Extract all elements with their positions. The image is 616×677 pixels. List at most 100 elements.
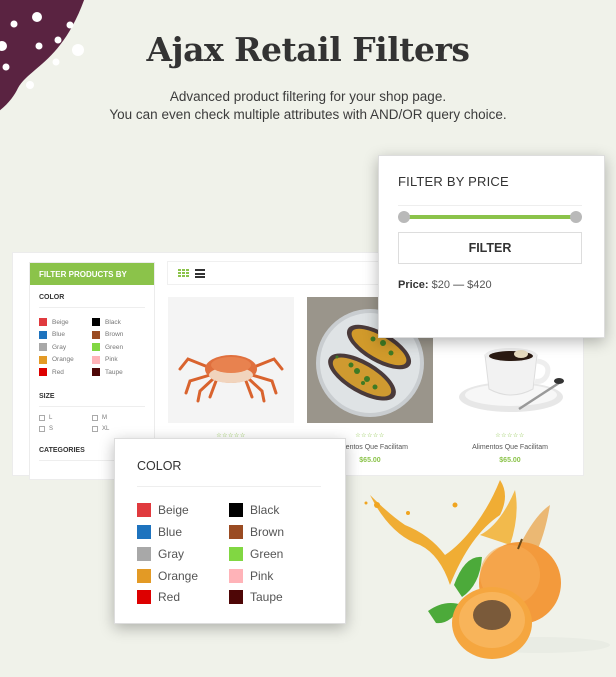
price-separator: — <box>453 279 465 291</box>
size-label: M <box>102 414 107 421</box>
size-option-m[interactable]: M <box>92 414 145 421</box>
size-option-xl[interactable]: XL <box>92 425 145 432</box>
color-swatch <box>229 568 243 583</box>
color-label: Green <box>250 546 284 561</box>
color-option-green[interactable]: Green <box>229 546 321 561</box>
price-range-readout: Price: $20 — $420 <box>398 279 492 291</box>
page-subtitle: Advanced product filtering for your shop… <box>0 88 616 124</box>
color-option-beige[interactable]: Beige <box>39 317 92 328</box>
price-filter-title: FILTER BY PRICE <box>398 174 509 189</box>
color-swatch <box>92 368 100 377</box>
product-image-crab[interactable] <box>168 297 294 423</box>
color-label: Taupe <box>105 368 123 376</box>
color-option-orange[interactable]: Orange <box>137 568 229 583</box>
size-checkbox[interactable] <box>92 414 98 421</box>
color-label: Blue <box>52 331 66 339</box>
color-option-gray[interactable]: Gray <box>39 342 92 353</box>
color-swatch <box>137 503 151 518</box>
grid-view-icon[interactable] <box>178 269 189 278</box>
color-option-green[interactable]: Green <box>92 342 145 353</box>
color-label: Red <box>52 368 64 376</box>
color-label: Pink <box>105 356 118 364</box>
size-checkbox[interactable] <box>92 425 98 432</box>
color-option-black[interactable]: Black <box>229 503 321 518</box>
page-title: Ajax Retail Filters <box>146 30 470 69</box>
price-max-value: $420 <box>467 279 492 291</box>
size-section: SIZE L M S XL <box>30 384 154 438</box>
color-filter-title: COLOR <box>137 459 182 473</box>
color-label: Beige <box>158 503 189 518</box>
color-option-gray[interactable]: Gray <box>137 546 229 561</box>
size-checkbox[interactable] <box>39 414 45 421</box>
color-list: Beige Black Blue Brown Gray Green Orange Pink Re… <box>39 308 145 384</box>
color-swatch <box>229 590 243 605</box>
divider <box>398 205 582 206</box>
price-filter-widget: FILTER BY PRICE FILTER Price: $20 — $420 <box>378 155 605 338</box>
size-label: L <box>49 414 53 421</box>
color-label: Black <box>250 503 280 518</box>
color-label: Green <box>105 343 124 351</box>
color-swatch <box>39 330 47 339</box>
product-name[interactable]: Alimentos Que Facilitam <box>447 444 573 451</box>
color-label: Red <box>158 590 181 605</box>
color-swatch <box>229 503 243 518</box>
color-options: Beige Black Blue Brown Gray Green Orange Pink Re… <box>137 503 327 605</box>
color-swatch <box>92 355 100 364</box>
color-label: Gray <box>52 343 67 351</box>
color-swatch <box>137 568 151 583</box>
color-option-blue[interactable]: Blue <box>39 330 92 341</box>
color-option-black[interactable]: Black <box>92 317 145 328</box>
color-option-taupe[interactable]: Taupe <box>92 367 145 378</box>
color-label: Blue <box>158 524 183 539</box>
color-label: Orange <box>158 568 199 583</box>
color-swatch <box>137 590 151 605</box>
color-label: Taupe <box>250 590 283 605</box>
color-swatch <box>39 343 47 352</box>
color-swatch <box>137 546 151 561</box>
size-option-l[interactable]: L <box>39 414 92 421</box>
size-option-s[interactable]: S <box>39 425 92 432</box>
color-label: Brown <box>105 331 124 339</box>
color-option-orange[interactable]: Orange <box>39 355 92 366</box>
size-list: L M S XL <box>39 407 145 438</box>
color-option-red[interactable]: Red <box>39 367 92 378</box>
size-label: XL <box>102 425 110 432</box>
color-swatch <box>39 355 47 364</box>
color-option-red[interactable]: Red <box>137 590 229 605</box>
color-filter-widget: COLOR Beige Black Blue Brown Gray Green Orange… <box>114 438 346 624</box>
color-label: Black <box>105 318 121 326</box>
rating-stars: ☆☆☆☆☆ <box>495 433 525 439</box>
color-option-brown[interactable]: Brown <box>229 524 321 539</box>
size-section-title: SIZE <box>39 384 145 407</box>
price-range-track <box>404 215 576 219</box>
color-option-pink[interactable]: Pink <box>229 568 321 583</box>
color-option-blue[interactable]: Blue <box>137 524 229 539</box>
size-checkbox[interactable] <box>39 425 45 432</box>
price-range-slider[interactable] <box>398 211 582 223</box>
apricot-splash-image <box>364 480 610 659</box>
filter-button[interactable]: FILTER <box>398 232 582 264</box>
price-max-handle[interactable] <box>570 211 582 223</box>
color-label: Brown <box>250 524 285 539</box>
price-label: Price: <box>398 279 429 291</box>
product-price: $65.00 <box>499 457 521 464</box>
color-option-brown[interactable]: Brown <box>92 330 145 341</box>
color-swatch <box>39 318 47 327</box>
color-swatch <box>39 368 47 377</box>
color-section-title: COLOR <box>39 285 145 308</box>
color-swatch <box>229 546 243 561</box>
color-swatch <box>92 343 100 352</box>
color-swatch <box>137 524 151 539</box>
color-swatch <box>229 524 243 539</box>
color-label: Pink <box>250 568 274 583</box>
color-option-taupe[interactable]: Taupe <box>229 590 321 605</box>
price-min-handle[interactable] <box>398 211 410 223</box>
color-swatch <box>92 318 100 327</box>
sidebar-header: FILTER PRODUCTS BY <box>30 263 154 285</box>
color-option-beige[interactable]: Beige <box>137 503 229 518</box>
list-view-icon[interactable] <box>195 269 205 278</box>
color-label: Gray <box>158 546 185 561</box>
color-option-pink[interactable]: Pink <box>92 355 145 366</box>
crab-image <box>178 355 284 403</box>
color-section: COLOR Beige Black Blue Brown Gray Green Orange… <box>30 285 154 384</box>
